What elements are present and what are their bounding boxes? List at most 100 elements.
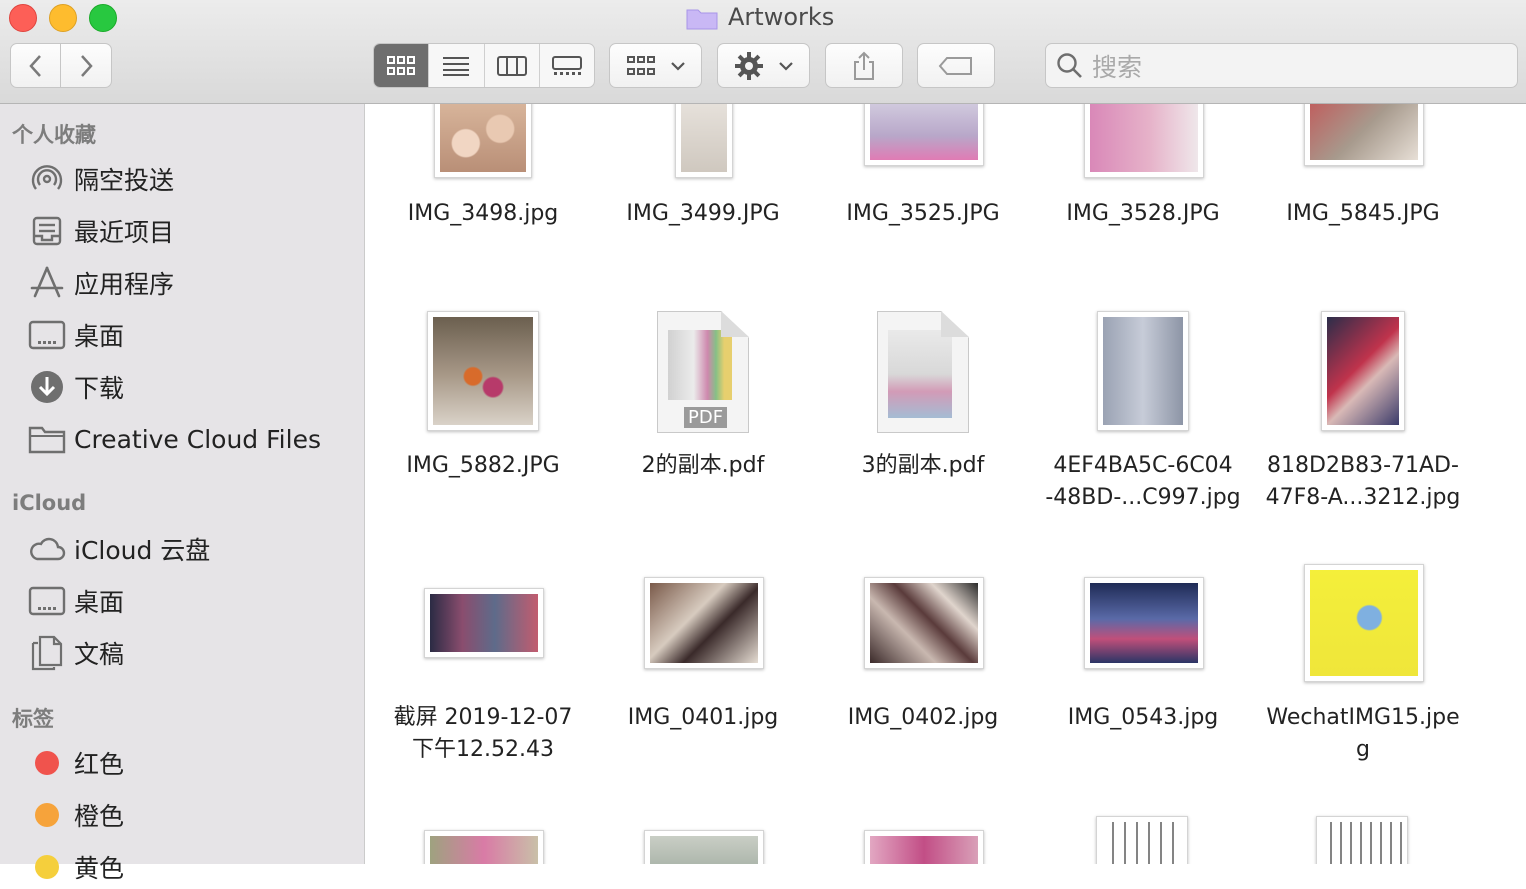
sidebar: 个人收藏 隔空投送 最近项目 应用程序 桌面 下载 Creative Cloud: [0, 104, 365, 883]
file-name: 3的副本.pdf: [861, 453, 985, 478]
window-title: Artworks: [686, 0, 834, 34]
sidebar-item-label: 文稿: [74, 640, 125, 669]
desktop-icon: [28, 316, 66, 354]
share-icon: [854, 51, 874, 80]
columns-icon: [496, 55, 527, 76]
tag-dot-icon: [35, 803, 59, 827]
edit-tags-button[interactable]: [917, 43, 995, 88]
sidebar-item-documents[interactable]: 文稿: [28, 631, 124, 675]
file-name: IMG_3528.JPG: [1066, 201, 1220, 226]
file-thumbnail: [427, 311, 539, 431]
file-thumbnail[interactable]: [644, 830, 764, 864]
action-menu-button[interactable]: [717, 43, 810, 88]
gallery-icon: [551, 55, 582, 75]
share-button[interactable]: [825, 43, 903, 88]
file-thumbnail: [1304, 564, 1424, 682]
icloud-header: iCloud: [12, 491, 87, 515]
folder-icon: [686, 6, 718, 30]
gallery-view-button[interactable]: [540, 44, 594, 87]
file-name: IMG_3498.jpg: [407, 201, 559, 226]
sidebar-item-label: 隔空投送: [74, 166, 175, 195]
sidebar-item-label: 黄色: [74, 854, 125, 883]
window-title-text: Artworks: [728, 3, 835, 31]
group-grid-icon: [626, 55, 655, 75]
search-placeholder: 搜索: [1092, 52, 1143, 82]
gear-icon: [734, 51, 763, 80]
file-thumbnail: [1304, 104, 1424, 166]
icon-view-button[interactable]: [374, 44, 430, 87]
desktop-icon: [28, 582, 66, 620]
sidebar-item-recents[interactable]: 最近项目: [28, 209, 174, 253]
file-name: IMG_0543.jpg: [1067, 705, 1219, 730]
sidebar-item-icloud-drive[interactable]: iCloud 云盘: [28, 527, 210, 571]
sidebar-item-downloads[interactable]: 下载: [28, 365, 124, 409]
toolbar: Artworks 搜索: [0, 0, 1526, 104]
file-thumbnail: [434, 104, 532, 178]
file-name: IMG_3525.JPG: [846, 201, 1000, 226]
icon-grid-icon: [387, 55, 416, 75]
documents-icon: [28, 634, 66, 672]
file-thumbnail: [675, 104, 733, 178]
sidebar-item-creative-cloud-files[interactable]: Creative Cloud Files: [28, 417, 321, 461]
file-name: IMG_5845.JPG: [1286, 201, 1440, 226]
folder-icon: [28, 420, 66, 458]
recents-icon: [28, 212, 66, 250]
sidebar-item-label: 桌面: [74, 588, 125, 617]
sidebar-item-label: iCloud 云盘: [74, 536, 211, 565]
chevron-down-icon: [778, 61, 793, 71]
sidebar-item-label: 应用程序: [74, 270, 175, 299]
search-icon: [1057, 52, 1082, 78]
list-view-button[interactable]: [429, 44, 485, 87]
file-thumbnail: [864, 104, 984, 166]
back-button[interactable]: [10, 43, 61, 88]
sidebar-item-label: 桌面: [74, 322, 125, 351]
sidebar-item-label: 红色: [74, 750, 125, 779]
sidebar-item-icloud-desktop[interactable]: 桌面: [28, 579, 124, 623]
column-view-button[interactable]: [485, 44, 540, 87]
group-by-button[interactable]: [609, 43, 702, 88]
forward-button[interactable]: [60, 43, 112, 88]
airdrop-icon: [28, 160, 66, 198]
close-window-button[interactable]: [9, 4, 37, 32]
file-name: IMG_3499.JPG: [626, 201, 780, 226]
file-thumbnail: [424, 588, 544, 658]
sidebar-tag-red[interactable]: 红色: [28, 741, 124, 785]
file-thumbnail: [864, 577, 984, 669]
file-name: 2的副本.pdf: [641, 453, 765, 478]
tag-dot-icon: [35, 855, 59, 879]
sidebar-item-applications[interactable]: 应用程序: [28, 261, 174, 305]
file-thumbnail[interactable]: [1096, 816, 1188, 864]
chevron-right-icon: [81, 54, 93, 77]
file-name: WechatIMG15.jpe g: [1266, 705, 1460, 762]
tags-header: 标签: [12, 707, 54, 731]
file-thumbnail: [1084, 577, 1204, 669]
file-thumbnail: [1321, 311, 1405, 431]
file-thumbnail[interactable]: [1316, 816, 1408, 864]
file-name: IMG_0402.jpg: [847, 705, 999, 730]
tag-icon: [938, 56, 972, 75]
file-thumbnail[interactable]: [864, 830, 984, 864]
sidebar-item-label: 下载: [74, 374, 125, 403]
applications-icon: [28, 264, 66, 302]
file-thumbnail[interactable]: [424, 830, 544, 864]
file-name: IMG_5882.JPG: [406, 453, 560, 478]
file-thumbnail: [1084, 104, 1204, 178]
sidebar-item-desktop[interactable]: 桌面: [28, 313, 124, 357]
file-thumbnail: [644, 577, 764, 669]
chevron-left-icon: [28, 54, 41, 77]
file-name: 4EF4BA5C-6C04 -48BD-...C997.jpg: [1045, 453, 1241, 510]
pdf-badge: PDF: [684, 407, 728, 428]
sidebar-tag-orange[interactable]: 橙色: [28, 793, 124, 837]
file-thumbnail: [1097, 311, 1189, 431]
minimize-window-button[interactable]: [49, 4, 77, 32]
file-name: 818D2B83-71AD- 47F8-A...3212.jpg: [1265, 453, 1461, 510]
sidebar-item-airdrop[interactable]: 隔空投送: [28, 157, 174, 201]
file-grid: IMG_3498.jpg IMG_3499.JPG IMG_3525.JPG I…: [366, 104, 1526, 864]
zoom-window-button[interactable]: [89, 4, 117, 32]
sidebar-tag-yellow[interactable]: 黄色: [28, 845, 124, 889]
chevron-down-icon: [670, 61, 685, 71]
file-name: IMG_0401.jpg: [627, 705, 779, 730]
view-mode-control: [373, 43, 595, 88]
search-field[interactable]: 搜索: [1045, 43, 1518, 88]
downloads-icon: [28, 368, 66, 406]
